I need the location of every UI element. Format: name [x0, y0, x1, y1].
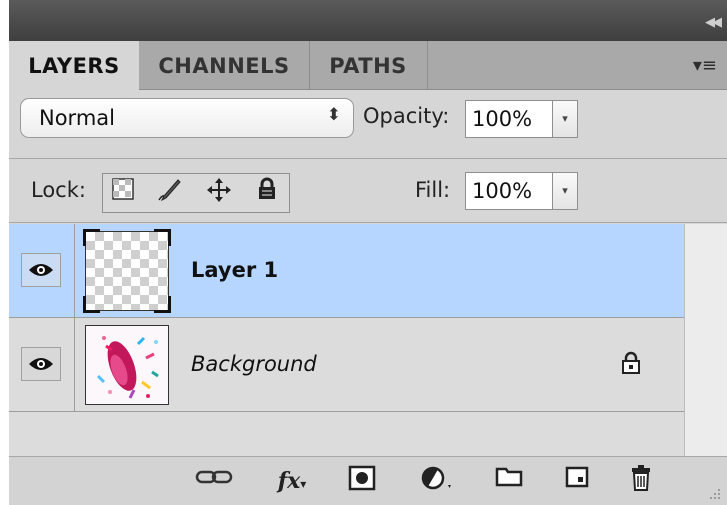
lock-transparent-pixels-icon[interactable] [107, 177, 139, 209]
panel-tab-bar: LAYERS CHANNELS PATHS ▾≡ [9, 41, 727, 90]
new-layer-icon[interactable] [557, 465, 597, 497]
lock-image-pixels-icon[interactable] [153, 177, 185, 209]
selection-corner [83, 296, 100, 313]
lock-position-icon[interactable] [203, 177, 235, 209]
opacity-input[interactable]: 100% [465, 100, 553, 138]
adjustment-layer-icon[interactable] [412, 465, 462, 497]
layer-thumbnail[interactable] [83, 229, 171, 313]
panel-footer: fx▾ [9, 456, 727, 505]
eye-icon[interactable] [21, 253, 61, 287]
tab-paths[interactable]: PATHS [309, 41, 428, 89]
trash-icon[interactable] [621, 465, 661, 497]
opacity-dropdown-button[interactable]: ▾ [552, 100, 578, 138]
collapse-icon[interactable]: ◀◀ [705, 15, 722, 30]
eye-icon[interactable] [21, 347, 61, 381]
panel-title-bar[interactable]: ◀◀ [9, 0, 727, 41]
layer-name[interactable]: Layer 1 [191, 258, 278, 282]
fill-dropdown-button[interactable]: ▾ [552, 172, 578, 210]
lock-buttons-group [102, 173, 290, 213]
layer-thumbnail[interactable] [85, 325, 169, 405]
opacity-label: Opacity: [363, 104, 450, 128]
layers-list: Layer 1 Background [9, 224, 684, 456]
divider [9, 222, 727, 223]
panel-menu-icon[interactable]: ▾≡ [693, 55, 717, 76]
resize-grip-icon[interactable] [707, 486, 721, 500]
blend-options-row: Normal ⬍ Opacity: 100% ▾ [9, 90, 727, 158]
lock-all-icon[interactable] [251, 177, 283, 209]
fill-input[interactable]: 100% [465, 172, 553, 210]
tab-layers[interactable]: LAYERS [9, 41, 139, 90]
lock-label: Lock: [31, 178, 86, 202]
selection-corner [83, 229, 100, 246]
visibility-cell [9, 224, 75, 317]
layer-name[interactable]: Background [191, 352, 317, 376]
link-layers-icon[interactable] [189, 465, 239, 497]
blend-mode-value: Normal [39, 106, 115, 130]
up-down-arrows-icon: ⬍ [326, 105, 341, 125]
fill-label: Fill: [415, 178, 451, 202]
blend-mode-select[interactable]: Normal ⬍ [20, 98, 354, 138]
folder-icon[interactable] [489, 465, 529, 497]
layer-mask-icon[interactable] [342, 465, 382, 497]
visibility-cell [9, 318, 75, 411]
lock-icon [621, 351, 641, 379]
divider [9, 158, 727, 159]
layers-panel: ◀◀ LAYERS CHANNELS PATHS ▾≡ Normal ⬍ Opa… [9, 0, 727, 505]
fx-icon[interactable]: fx▾ [267, 465, 317, 497]
layer-row-layer-1[interactable]: Layer 1 [9, 224, 684, 318]
selection-corner [154, 296, 171, 313]
layers-scrollbar[interactable] [684, 224, 727, 456]
selection-corner [154, 229, 171, 246]
layer-row-background[interactable]: Background [9, 318, 684, 412]
lock-options-row: Lock: Fill: 100% ▾ [9, 160, 727, 222]
background-artwork-image [86, 326, 168, 404]
tab-channels[interactable]: CHANNELS [139, 41, 310, 89]
